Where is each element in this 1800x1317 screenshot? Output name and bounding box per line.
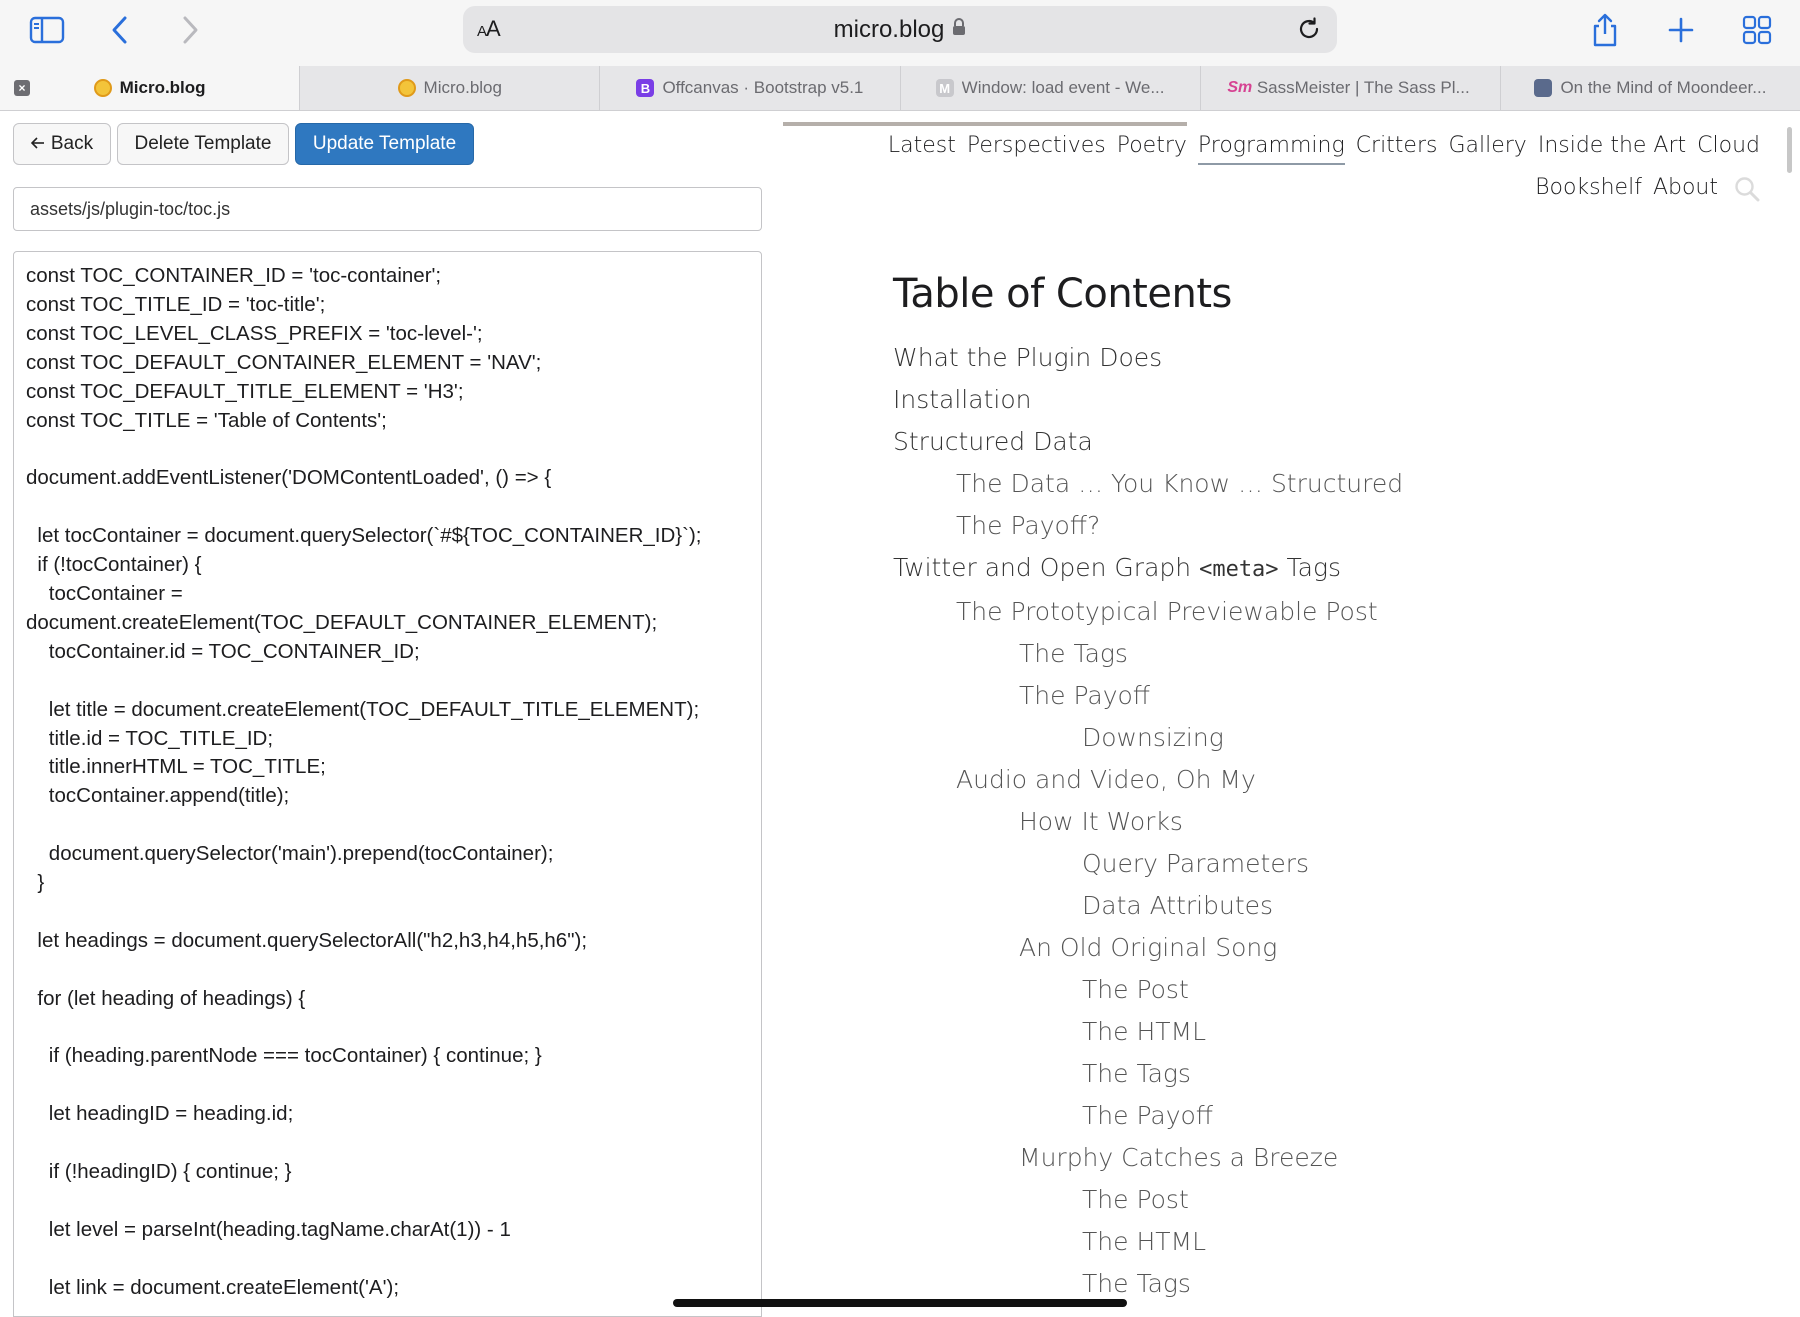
- tab-title: Micro.blog: [423, 78, 502, 97]
- tab-window-load-event[interactable]: M Window: load event - We...: [901, 66, 1201, 110]
- home-indicator[interactable]: [673, 1299, 1127, 1307]
- nav-link-inside-the-art[interactable]: Inside the Art: [1538, 125, 1686, 167]
- toc-link[interactable]: An Old Original Song: [1019, 927, 1403, 969]
- moondeer-icon: [1534, 79, 1553, 97]
- toc-link[interactable]: The Prototypical Previewable Post: [956, 591, 1403, 633]
- toc-link[interactable]: Installation: [893, 379, 1403, 421]
- site-navigation: Latest Perspectives Poetry Programming Critt…: [840, 125, 1760, 209]
- nav-link-latest[interactable]: Latest: [888, 125, 956, 167]
- toc-link[interactable]: The Post: [1082, 969, 1403, 1011]
- lock-icon: [952, 18, 966, 41]
- nav-link-programming[interactable]: Programming: [1197, 129, 1345, 165]
- browser-toolbar: AA micro.blog: [0, 0, 1800, 66]
- toc-link[interactable]: The HTML: [1082, 1221, 1403, 1263]
- toc-link[interactable]: The Tags: [1082, 1263, 1403, 1305]
- delete-template-button[interactable]: Delete Template: [117, 123, 289, 165]
- back-button-label: Back: [50, 133, 94, 154]
- tab-title: Micro.blog: [119, 78, 206, 97]
- toc-link[interactable]: Murphy Catches a Breeze: [1019, 1137, 1403, 1179]
- nav-link-bookshelf[interactable]: Bookshelf: [1535, 167, 1642, 209]
- tab-offcanvas-bootstrap[interactable]: B Offcanvas · Bootstrap v5.1: [600, 66, 901, 110]
- sidebar-toggle-icon[interactable]: [25, 10, 69, 50]
- template-editor-pane: Back Delete Template Update Template con…: [0, 111, 780, 1317]
- scrollbar-thumb[interactable]: [1787, 127, 1792, 173]
- toc-link[interactable]: The Payoff?: [956, 505, 1403, 547]
- update-template-button[interactable]: Update Template: [295, 123, 474, 165]
- tab-title: Window: load event - We...: [961, 78, 1165, 97]
- toc-link[interactable]: Audio and Video, Oh My: [956, 759, 1403, 801]
- tab-moondeer[interactable]: On the Mind of Moondeer...: [1501, 66, 1800, 110]
- template-path-input[interactable]: [13, 187, 762, 231]
- tab-title: Offcanvas · Bootstrap v5.1: [662, 78, 864, 97]
- toc-link[interactable]: Twitter and Open Graph <meta> Tags: [893, 547, 1403, 591]
- back-button[interactable]: Back: [13, 123, 111, 165]
- back-arrow-icon[interactable]: [98, 10, 142, 50]
- tab-bar: × Micro.blog Micro.blog B Offcanvas · Bo…: [0, 66, 1800, 111]
- forward-arrow-icon[interactable]: [168, 10, 212, 50]
- nav-link-about[interactable]: About: [1653, 167, 1718, 209]
- toc-link[interactable]: The Tags: [1082, 1053, 1403, 1095]
- nav-link-poetry[interactable]: Poetry: [1117, 125, 1187, 167]
- toc-link[interactable]: Data Attributes: [1082, 885, 1403, 927]
- url-text: micro.blog: [833, 15, 945, 43]
- text-size-button[interactable]: AA: [477, 16, 501, 42]
- tab-micro-blog-1[interactable]: × Micro.blog: [0, 66, 301, 110]
- toc-link[interactable]: Query Parameters: [1082, 843, 1403, 885]
- table-of-contents: What the Plugin Does Installation Structur…: [893, 337, 1403, 1305]
- toc-link[interactable]: Downsizing: [1082, 717, 1403, 759]
- toc-link-code: <meta>: [1199, 557, 1279, 582]
- tab-sassmeister[interactable]: Sm SassMeister | The Sass Pl...: [1201, 66, 1501, 110]
- toc-link[interactable]: The Payoff: [1082, 1095, 1403, 1137]
- new-tab-plus-icon[interactable]: [1659, 10, 1703, 50]
- tab-title: On the Mind of Moondeer...: [1560, 78, 1767, 97]
- close-tab-icon[interactable]: ×: [14, 80, 30, 96]
- tab-overview-icon[interactable]: [1735, 10, 1779, 50]
- nav-link-perspectives[interactable]: Perspectives: [967, 125, 1106, 167]
- template-code-textarea[interactable]: const TOC_CONTAINER_ID = 'toc-container'…: [13, 251, 762, 1317]
- bootstrap-icon: B: [636, 79, 655, 97]
- microblog-icon: [93, 79, 112, 97]
- sassmeister-icon: Sm: [1227, 79, 1253, 96]
- toc-link[interactable]: The Post: [1082, 1179, 1403, 1221]
- share-icon[interactable]: [1583, 10, 1627, 50]
- toc-link[interactable]: What the Plugin Does: [893, 337, 1403, 379]
- address-bar[interactable]: AA micro.blog: [463, 6, 1337, 53]
- nav-link-cloud[interactable]: Cloud: [1697, 125, 1760, 167]
- search-icon[interactable]: [1734, 175, 1760, 202]
- tab-title: SassMeister | The Sass Pl...: [1256, 78, 1470, 97]
- toc-link[interactable]: The Tags: [1019, 633, 1403, 675]
- nav-link-critters[interactable]: Critters: [1356, 125, 1438, 167]
- reload-icon[interactable]: [1295, 15, 1323, 48]
- toc-link[interactable]: Structured Data: [893, 421, 1403, 463]
- toc-link-text: Tags: [1278, 553, 1342, 582]
- mdn-icon: M: [935, 79, 954, 97]
- nav-link-gallery[interactable]: Gallery: [1448, 125, 1526, 167]
- arrow-left-icon: [30, 133, 45, 155]
- toc-link[interactable]: How It Works: [1019, 801, 1403, 843]
- toc-title: Table of Contents: [893, 271, 1232, 317]
- microblog-icon: [397, 79, 416, 97]
- toc-link-text: Twitter and Open Graph: [893, 553, 1200, 582]
- tab-micro-blog-2[interactable]: Micro.blog: [300, 66, 601, 110]
- toc-link[interactable]: The HTML: [1082, 1011, 1403, 1053]
- toc-link[interactable]: The Data … You Know … Structured: [956, 463, 1403, 505]
- page-preview-pane: Latest Perspectives Poetry Programming Critt…: [780, 111, 1800, 1317]
- toc-link[interactable]: The Payoff: [1019, 675, 1403, 717]
- template-code-text: const TOC_CONTAINER_ID = 'toc-container'…: [26, 264, 702, 1299]
